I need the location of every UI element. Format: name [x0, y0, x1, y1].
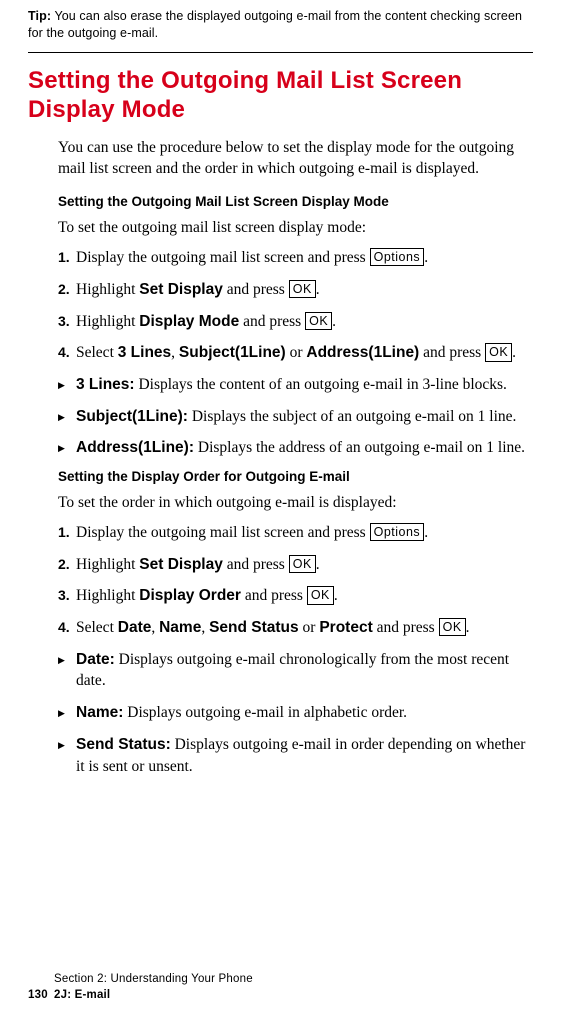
intro-text: You can use the procedure below to set t… [58, 138, 533, 180]
bullet-label: Send Status: [76, 736, 171, 753]
keycap-options: Options [370, 248, 425, 266]
step-text: Highlight [76, 281, 139, 298]
menu-item: Display Order [139, 587, 241, 604]
option: Date [118, 619, 152, 636]
bullet-label: Subject(1Line): [76, 408, 188, 425]
footer-section: Section 2: Understanding Your Phone [28, 971, 253, 987]
step-text: and press [419, 344, 485, 361]
page-number: 130 [28, 987, 54, 1003]
step-text: Display the outgoing mail list screen an… [76, 249, 370, 266]
step-text: and press [223, 281, 289, 298]
step-b2: Highlight Set Display and press OK. [58, 554, 533, 576]
step-text: . [334, 587, 338, 604]
bullet-label: 3 Lines: [76, 376, 135, 393]
step-text: Highlight [76, 587, 139, 604]
step-a4: Select 3 Lines, Subject(1Line) or Addres… [58, 342, 533, 364]
bullet-label: Name: [76, 704, 123, 721]
bullet-a1: 3 Lines: Displays the content of an outg… [58, 374, 533, 396]
bullet-text: Displays outgoing e-mail chronologically… [76, 651, 509, 690]
footer-chapter: 2J: E-mail [54, 989, 110, 1001]
step-text: . [424, 524, 428, 541]
step-text: and press [223, 556, 289, 573]
page-title: Setting the Outgoing Mail List Screen Di… [28, 67, 533, 125]
tip-block: Tip: You can also erase the displayed ou… [28, 0, 533, 52]
step-b3: Highlight Display Order and press OK. [58, 585, 533, 607]
bullet-text: Displays the subject of an outgoing e-ma… [188, 408, 516, 425]
step-text: or [299, 619, 320, 636]
step-b4: Select Date, Name, Send Status or Protec… [58, 617, 533, 639]
step-text: . [316, 556, 320, 573]
menu-item: Set Display [139, 556, 223, 573]
bullet-b3: Send Status: Displays outgoing e-mail in… [58, 734, 533, 777]
step-text: , [171, 344, 179, 361]
step-text: Highlight [76, 313, 139, 330]
step-text: . [424, 249, 428, 266]
option: Protect [319, 619, 372, 636]
keycap-ok: OK [289, 555, 316, 573]
step-text: . [332, 313, 336, 330]
keycap-options: Options [370, 523, 425, 541]
step-text: or [286, 344, 307, 361]
step-text: , [151, 619, 159, 636]
bullet-text: Displays the address of an outgoing e-ma… [194, 439, 525, 456]
divider [28, 52, 533, 53]
option: Name [159, 619, 201, 636]
keycap-ok: OK [305, 312, 332, 330]
subheading-display-mode: Setting the Outgoing Mail List Screen Di… [58, 194, 533, 209]
step-text: Select [76, 344, 118, 361]
tip-text: You can also erase the displayed outgoin… [28, 9, 522, 40]
step-text: . [466, 619, 470, 636]
bullet-label: Date: [76, 651, 115, 668]
step-text: and press [239, 313, 305, 330]
subheading-display-order: Setting the Display Order for Outgoing E… [58, 469, 533, 484]
steps-list-b: Display the outgoing mail list screen an… [58, 522, 533, 639]
option: Send Status [209, 619, 299, 636]
page-footer: Section 2: Understanding Your Phone 1302… [28, 971, 253, 1003]
option: Subject(1Line) [179, 344, 286, 361]
lead-b: To set the order in which outgoing e-mai… [58, 494, 533, 512]
bullet-a3: Address(1Line): Displays the address of … [58, 437, 533, 459]
step-text: Select [76, 619, 118, 636]
bullet-label: Address(1Line): [76, 439, 194, 456]
step-a3: Highlight Display Mode and press OK. [58, 311, 533, 333]
steps-list-a: Display the outgoing mail list screen an… [58, 247, 533, 364]
step-a1: Display the outgoing mail list screen an… [58, 247, 533, 269]
keycap-ok: OK [307, 586, 334, 604]
step-text: and press [241, 587, 307, 604]
step-text: Highlight [76, 556, 139, 573]
step-b1: Display the outgoing mail list screen an… [58, 522, 533, 544]
option: Address(1Line) [306, 344, 419, 361]
bullets-b: Date: Displays outgoing e-mail chronolog… [58, 649, 533, 777]
option: 3 Lines [118, 344, 171, 361]
keycap-ok: OK [439, 618, 466, 636]
lead-a: To set the outgoing mail list screen dis… [58, 219, 533, 237]
step-a2: Highlight Set Display and press OK. [58, 279, 533, 301]
step-text: Display the outgoing mail list screen an… [76, 524, 370, 541]
bullet-b1: Date: Displays outgoing e-mail chronolog… [58, 649, 533, 692]
menu-item: Set Display [139, 281, 223, 298]
bullet-text: Displays outgoing e-mail in alphabetic o… [123, 704, 407, 721]
keycap-ok: OK [289, 280, 316, 298]
step-text: . [316, 281, 320, 298]
menu-item: Display Mode [139, 313, 239, 330]
step-text: and press [373, 619, 439, 636]
bullet-b2: Name: Displays outgoing e-mail in alphab… [58, 702, 533, 724]
bullets-a: 3 Lines: Displays the content of an outg… [58, 374, 533, 459]
step-text: . [512, 344, 516, 361]
tip-label: Tip: [28, 9, 51, 23]
keycap-ok: OK [485, 343, 512, 361]
bullet-a2: Subject(1Line): Displays the subject of … [58, 406, 533, 428]
bullet-text: Displays the content of an outgoing e-ma… [135, 376, 507, 393]
step-text: , [201, 619, 209, 636]
